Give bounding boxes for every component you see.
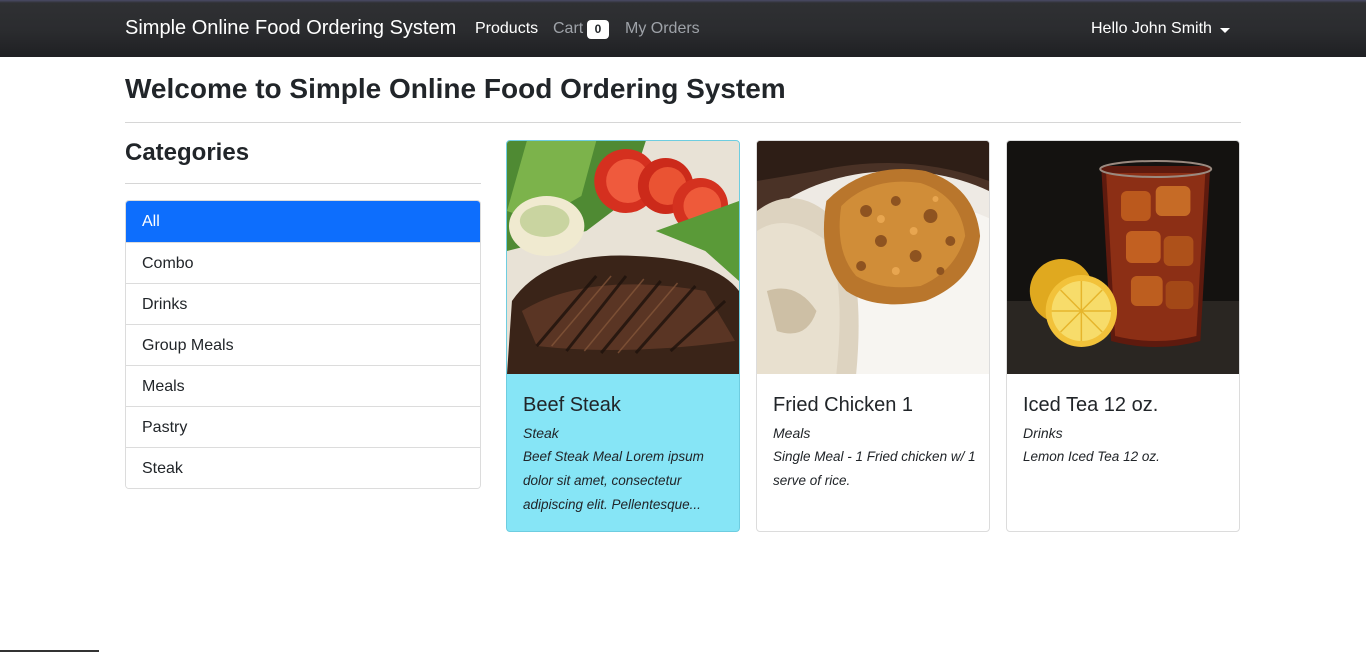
divider <box>125 183 481 184</box>
product-card-iced-tea[interactable]: Iced Tea 12 oz. Drinks Lemon Iced Tea 12… <box>1006 140 1240 532</box>
product-name[interactable]: Beef Steak <box>523 394 621 417</box>
product-category: Steak <box>523 425 559 441</box>
fried-chicken-photo <box>757 141 989 374</box>
divider <box>125 122 1241 123</box>
beef-steak-photo <box>507 141 739 374</box>
product-description: Single Meal - 1 Fried chicken w/ 1 serve… <box>773 449 976 488</box>
category-item-pastry[interactable]: Pastry <box>126 406 480 447</box>
user-menu-dropdown[interactable]: Hello John Smith <box>1091 20 1212 38</box>
chevron-down-icon[interactable] <box>1220 28 1230 33</box>
product-description: Beef Steak Meal Lorem ipsum dolor sit am… <box>523 449 704 512</box>
category-item-group-meals[interactable]: Group Meals <box>126 324 480 365</box>
category-item-all[interactable]: All <box>126 201 480 242</box>
nav-my-orders-link[interactable]: My Orders <box>625 20 700 38</box>
product-name[interactable]: Fried Chicken 1 <box>773 394 913 417</box>
category-item-combo[interactable]: Combo <box>126 242 480 283</box>
product-category: Drinks <box>1023 425 1063 441</box>
product-description: Lemon Iced Tea 12 oz. <box>1023 449 1160 464</box>
navbar: Simple Online Food Ordering System Produ… <box>0 0 1366 57</box>
product-category: Meals <box>773 425 811 441</box>
category-list: All Combo Drinks Group Meals Meals Pastr… <box>125 200 481 489</box>
category-item-steak[interactable]: Steak <box>126 447 480 488</box>
product-name[interactable]: Iced Tea 12 oz. <box>1023 394 1158 417</box>
product-card-fried-chicken[interactable]: Fried Chicken 1 Meals Single Meal - 1 Fr… <box>756 140 990 532</box>
category-item-meals[interactable]: Meals <box>126 365 480 406</box>
cart-count-badge[interactable]: 0 <box>587 20 609 39</box>
category-item-drinks[interactable]: Drinks <box>126 283 480 324</box>
nav-cart-link[interactable]: Cart <box>553 20 583 38</box>
categories-heading: Categories <box>125 139 250 166</box>
product-card-beef-steak[interactable]: Beef Steak Steak Beef Steak Meal Lorem i… <box>506 140 740 532</box>
iced-tea-photo <box>1007 141 1239 374</box>
page-title: Welcome to Simple Online Food Ordering S… <box>125 73 786 104</box>
nav-products-link[interactable]: Products <box>475 20 538 38</box>
navbar-brand[interactable]: Simple Online Food Ordering System <box>125 17 456 40</box>
